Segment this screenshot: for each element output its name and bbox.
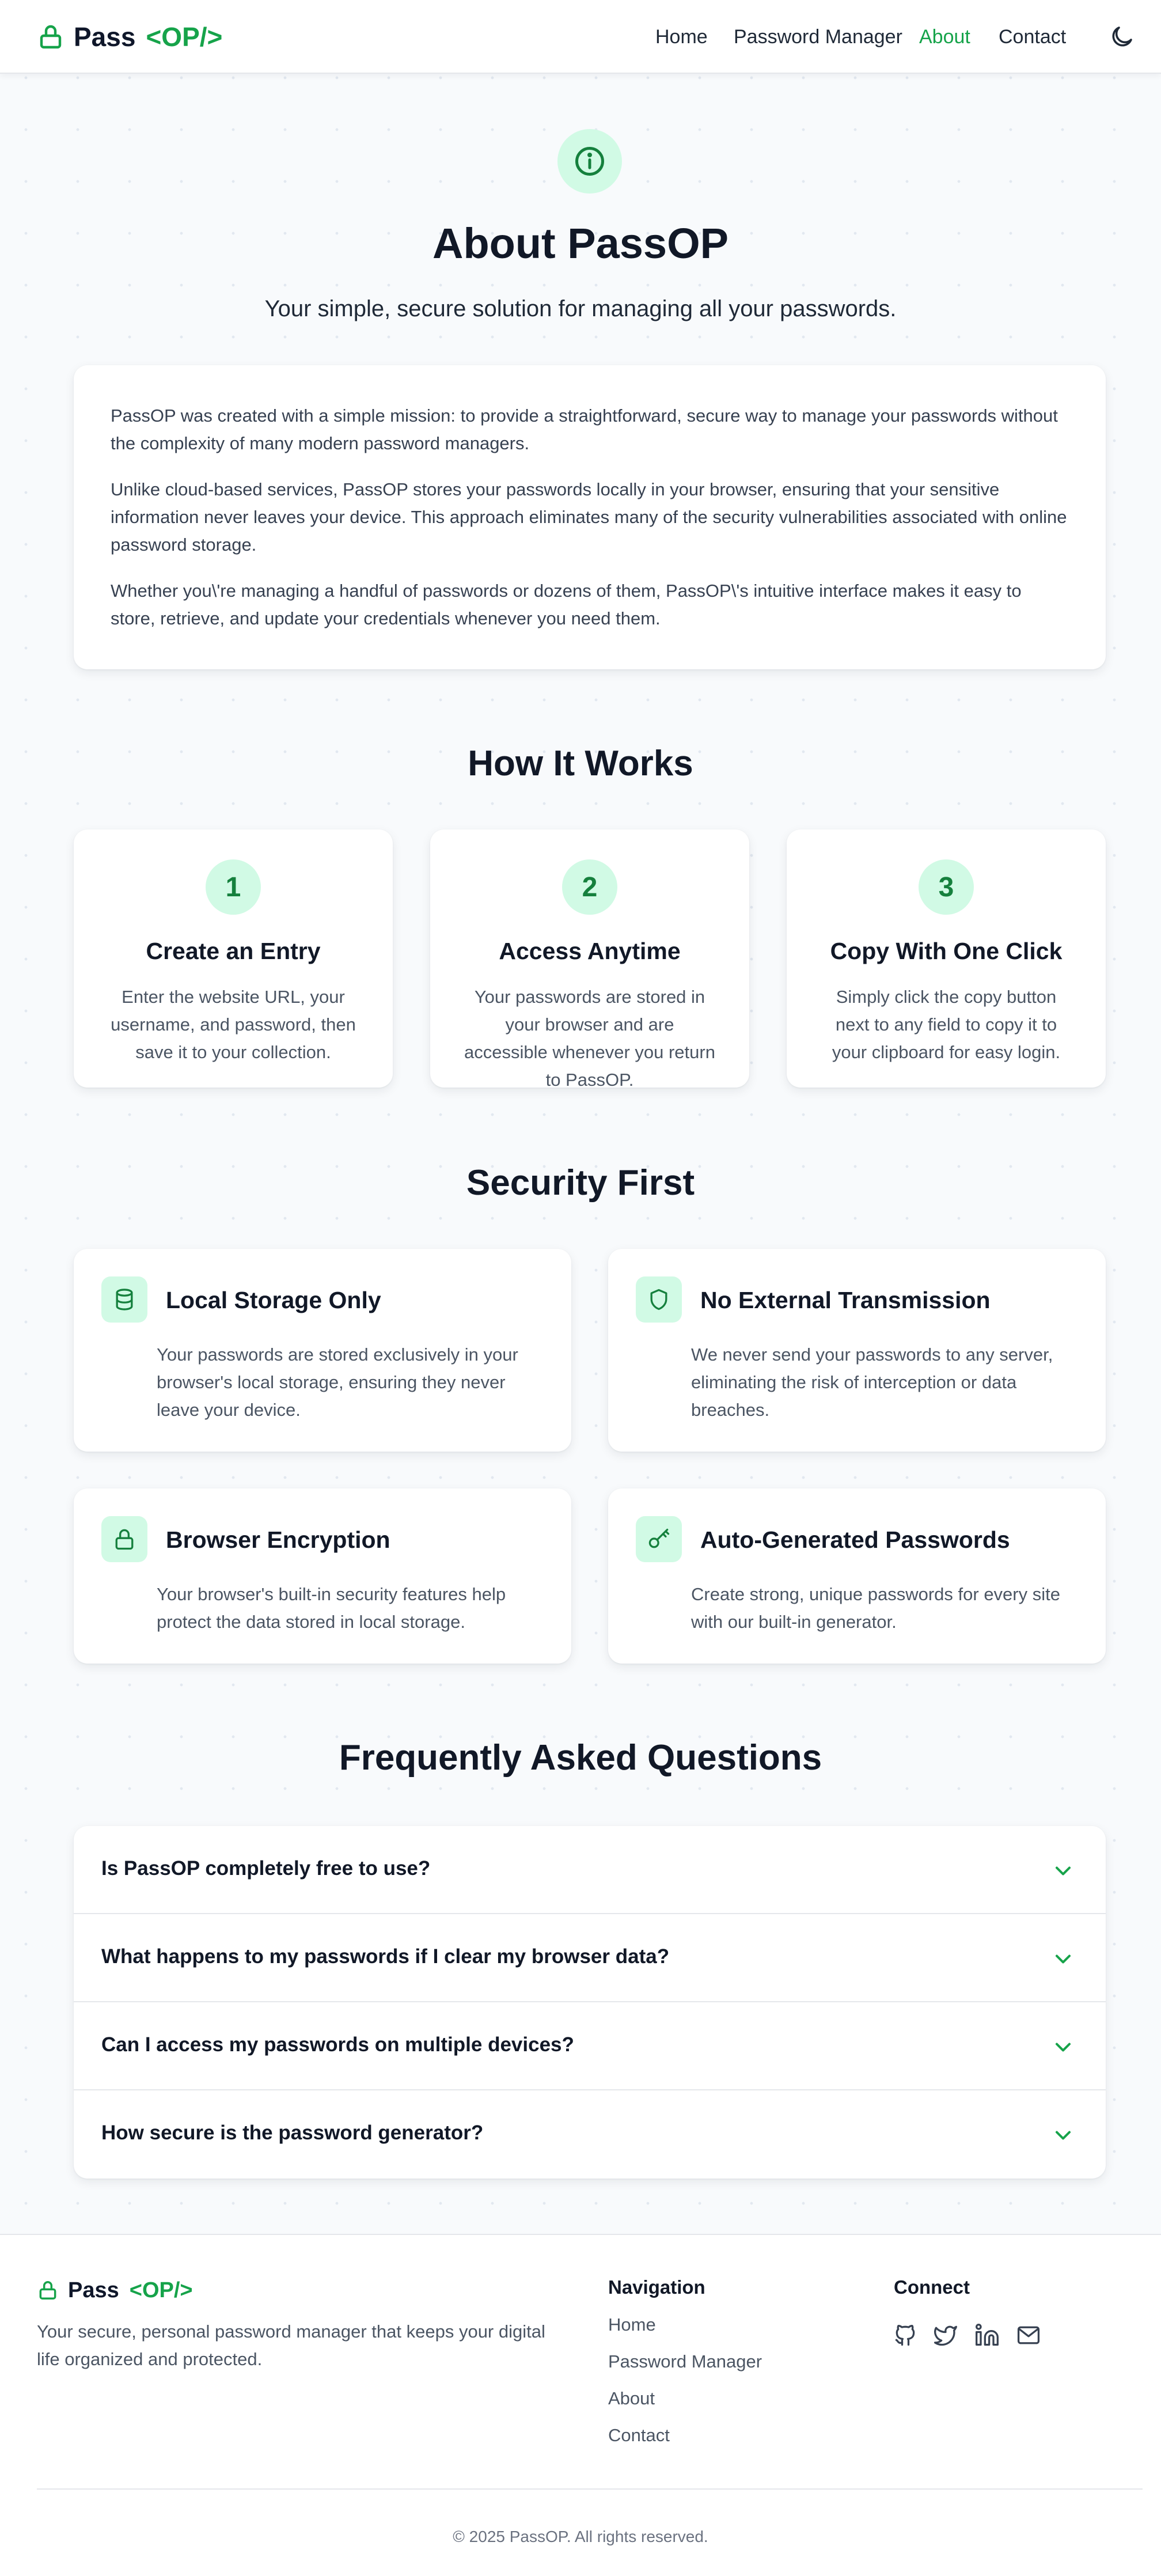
footer-logo-text: Pass [68,2278,119,2302]
page-title: About PassOP [432,219,729,267]
lock-icon [37,23,64,51]
nav-contact[interactable]: Contact [999,26,1066,48]
intro-paragraph: Whether you\'re managing a handful of pa… [111,581,1022,628]
intro-paragraph: Unlike cloud-based services, PassOP stor… [111,479,1067,555]
step-card: 3 Copy With One Click Simply click the c… [787,829,1106,1088]
linkedin-icon[interactable] [974,2323,1000,2348]
step-title: Access Anytime [499,938,681,964]
step-number: 3 [919,859,974,915]
intro-card: PassOP was created with a simple mission… [74,365,1106,669]
feature-title: No External Transmission [700,1287,991,1313]
step-description: Your passwords are stored in your browse… [464,987,715,1090]
moon-icon [1108,23,1136,51]
database-icon [112,1287,137,1312]
feature-icon-box [636,1516,682,1562]
twitter-icon[interactable] [933,2323,958,2348]
logo[interactable]: Pass <OP/> [37,21,222,53]
feature-title: Browser Encryption [166,1526,390,1553]
step-number: 2 [562,859,617,915]
feature-title: Auto-Generated Passwords [700,1526,1010,1553]
security-title: Security First [466,1163,695,1203]
feature-card: Browser Encryption Your browser's built-… [74,1488,571,1664]
site-footer: Pass <OP/> Your secure, personal passwor… [0,2234,1161,2576]
footer-divider [37,2488,1143,2490]
info-icon [572,144,607,179]
key-icon [646,1526,671,1552]
chevron-down-icon [1050,1946,1076,1972]
faq-question: Is PassOP completely free to use? [101,1857,431,1880]
feature-description: We never send your passwords to any serv… [691,1344,1053,1420]
footer-logo-accent: <OP/> [129,2278,193,2302]
footer-link-home[interactable]: Home [608,2314,656,2335]
lock-icon [112,1526,137,1552]
footer-nav-heading: Navigation [608,2276,705,2298]
copyright: © 2025 PassOP. All rights reserved. [453,2528,708,2545]
nav-home[interactable]: Home [655,26,708,48]
feature-card: No External Transmission We never send y… [608,1249,1106,1452]
footer-link-about[interactable]: About [608,2388,655,2409]
lock-icon [37,2279,59,2301]
intro-paragraph: PassOP was created with a simple mission… [111,406,1058,453]
footer-connect-heading: Connect [894,2276,970,2298]
feature-description: Your browser's built-in security feature… [157,1584,506,1632]
chevron-down-icon [1050,1858,1076,1884]
step-title: Copy With One Click [830,938,1063,964]
faq-item[interactable]: Can I access my passwords on multiple de… [74,2002,1106,2090]
theme-toggle-button[interactable] [1108,23,1136,51]
github-icon[interactable] [893,2323,918,2348]
page-subtitle: Your simple, secure solution for managin… [264,296,897,321]
step-card: 1 Create an Entry Enter the website URL,… [74,829,393,1088]
faq-title: Frequently Asked Questions [339,1738,822,1778]
faq-question: Can I access my passwords on multiple de… [101,2033,574,2056]
logo-accent: <OP/> [146,22,223,52]
step-card: 2 Access Anytime Your passwords are stor… [430,829,749,1090]
nav-password-manager[interactable]: Password Manager [734,26,902,48]
feature-icon-box [101,1276,147,1323]
shield-icon [646,1287,671,1312]
feature-title: Local Storage Only [166,1287,381,1313]
feature-description: Create strong, unique passwords for ever… [691,1584,1060,1632]
info-icon-badge [557,129,622,194]
step-description: Simply click the copy button next to any… [832,987,1061,1062]
feature-card: Auto-Generated Passwords Create strong, … [608,1488,1106,1664]
faq-accordion: Is PassOP completely free to use? What h… [74,1826,1106,2179]
footer-link-contact[interactable]: Contact [608,2425,670,2446]
footer-link-password-manager[interactable]: Password Manager [608,2351,762,2372]
step-description: Enter the website URL, your username, an… [111,987,356,1062]
step-title: Create an Entry [146,938,321,964]
feature-card: Local Storage Only Your passwords are st… [74,1249,571,1452]
nav-about[interactable]: About [919,26,970,48]
site-header: Pass <OP/> Home Password Manager About C… [0,0,1161,74]
how-it-works-title: How It Works [468,744,693,783]
chevron-down-icon [1050,2035,1076,2060]
step-number: 1 [206,859,261,915]
footer-tagline: Your secure, personal password manager t… [37,2321,545,2369]
faq-question: How secure is the password generator? [101,2122,484,2144]
faq-question: What happens to my passwords if I clear … [101,1945,670,1968]
logo-text: Pass [74,22,136,52]
footer-logo[interactable]: Pass <OP/> [37,2276,193,2304]
faq-item[interactable]: Is PassOP completely free to use? [74,1826,1106,1914]
feature-description: Your passwords are stored exclusively in… [157,1344,518,1420]
faq-item[interactable]: How secure is the password generator? [74,2090,1106,2179]
mail-icon[interactable] [1016,2323,1041,2348]
chevron-down-icon [1050,2123,1076,2148]
feature-icon-box [636,1276,682,1323]
faq-item[interactable]: What happens to my passwords if I clear … [74,1914,1106,2002]
feature-icon-box [101,1516,147,1562]
